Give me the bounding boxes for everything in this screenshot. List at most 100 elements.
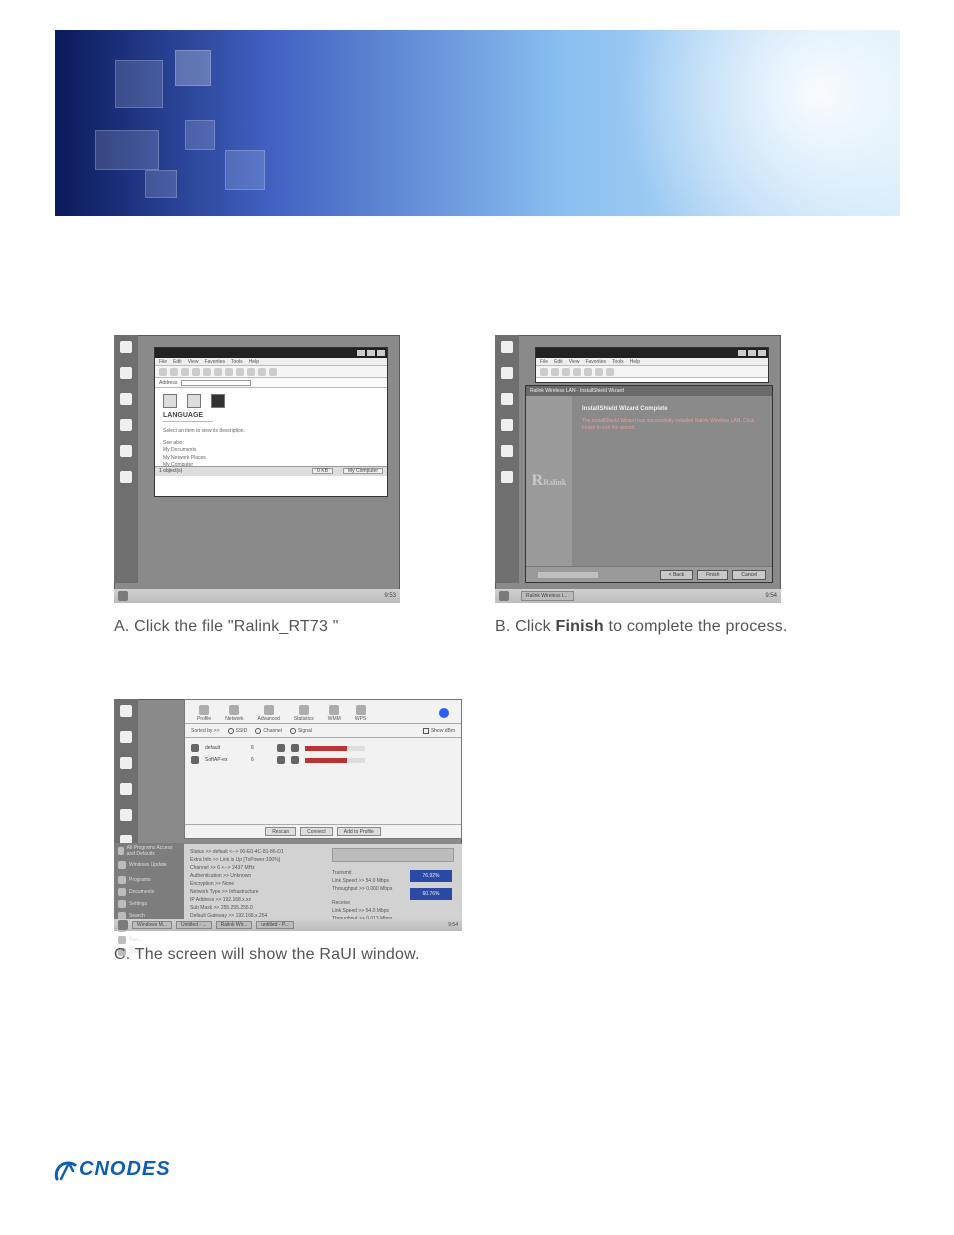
start-button[interactable] xyxy=(118,591,128,601)
start-menu-item[interactable]: Programs xyxy=(114,874,184,886)
taskbar-task[interactable]: untitled - P... xyxy=(256,921,293,929)
back-icon[interactable] xyxy=(540,368,548,376)
taskbar-icon[interactable] xyxy=(120,809,132,821)
menu-item[interactable]: Help xyxy=(249,359,259,365)
help-button[interactable] xyxy=(433,703,455,723)
back-button[interactable]: < Back xyxy=(660,570,693,580)
menu-item[interactable]: File xyxy=(540,359,548,365)
taskbar-task[interactable]: Windows M... xyxy=(132,921,172,929)
address-field[interactable] xyxy=(181,380,251,386)
history-icon[interactable] xyxy=(595,368,603,376)
finish-button[interactable]: Finish xyxy=(697,570,728,580)
views-icon[interactable] xyxy=(269,368,277,376)
forward-icon[interactable] xyxy=(551,368,559,376)
menu-item[interactable]: Tools xyxy=(231,359,243,365)
link-my-documents[interactable]: My Documents xyxy=(163,447,379,455)
taskbar-icon[interactable] xyxy=(120,445,132,457)
minimize-button[interactable] xyxy=(738,350,746,356)
ap-list: default 6 SoftAP-ex 6 xyxy=(185,738,461,798)
tab-wmm[interactable]: WMM xyxy=(322,703,347,723)
menu-item[interactable]: View xyxy=(188,359,199,365)
start-menu-item[interactable]: Settings xyxy=(114,898,184,910)
tab-profile[interactable]: Profile xyxy=(191,703,217,723)
link-my-network-places[interactable]: My Network Places xyxy=(163,455,379,463)
search-icon[interactable] xyxy=(573,368,581,376)
copy-icon[interactable] xyxy=(236,368,244,376)
folder-icon[interactable] xyxy=(163,394,177,408)
menu-item[interactable]: Edit xyxy=(173,359,182,365)
up-icon[interactable] xyxy=(181,368,189,376)
close-button[interactable] xyxy=(758,350,766,356)
close-button[interactable] xyxy=(377,350,385,356)
ap-row[interactable]: default 6 xyxy=(191,742,455,754)
taskbar-icon[interactable] xyxy=(501,445,513,457)
taskbar-icon[interactable] xyxy=(501,367,513,379)
menu-item[interactable]: File xyxy=(159,359,167,365)
ap-row[interactable]: SoftAP-ex 6 xyxy=(191,754,455,766)
start-menu: All Programs Access and Defaults Windows… xyxy=(114,843,184,919)
raui-window: Profile Network Advanced Statistics WMM … xyxy=(184,699,462,839)
rescan-button[interactable]: Rescan xyxy=(265,827,296,836)
start-menu-item[interactable]: Documents xyxy=(114,886,184,898)
taskbar-icon[interactable] xyxy=(120,393,132,405)
ralink-rt73-file-icon[interactable] xyxy=(211,394,225,408)
folders-icon[interactable] xyxy=(584,368,592,376)
checkbox-showdbm[interactable] xyxy=(423,728,429,734)
maximize-button[interactable] xyxy=(748,350,756,356)
delete-icon[interactable] xyxy=(247,368,255,376)
menu-item[interactable]: View xyxy=(569,359,580,365)
back-icon[interactable] xyxy=(159,368,167,376)
minimize-button[interactable] xyxy=(357,350,365,356)
progress-bar xyxy=(538,572,598,578)
start-menu-item[interactable]: Windows Update xyxy=(114,859,184,871)
taskbar-icon[interactable] xyxy=(501,471,513,483)
taskbar-icon[interactable] xyxy=(501,419,513,431)
menu-item[interactable]: Help xyxy=(630,359,640,365)
radio-signal[interactable] xyxy=(290,728,296,734)
taskbar-icon[interactable] xyxy=(501,393,513,405)
radio-ssid[interactable] xyxy=(228,728,234,734)
taskbar-icon[interactable] xyxy=(120,471,132,483)
taskbar-icon[interactable] xyxy=(501,341,513,353)
history-icon[interactable] xyxy=(214,368,222,376)
tab-advanced[interactable]: Advanced xyxy=(252,703,286,723)
tab-statistics[interactable]: Statistics xyxy=(288,703,320,723)
folders-icon[interactable] xyxy=(203,368,211,376)
taskbar-icon[interactable] xyxy=(120,757,132,769)
views-icon[interactable] xyxy=(606,368,614,376)
signal-bar xyxy=(305,758,365,763)
decor-chip xyxy=(175,50,211,86)
add-to-profile-button[interactable]: Add to Profile xyxy=(337,827,381,836)
cancel-button[interactable]: Cancel xyxy=(732,570,766,580)
taskbar-icon[interactable] xyxy=(120,367,132,379)
search-icon[interactable] xyxy=(192,368,200,376)
maximize-button[interactable] xyxy=(367,350,375,356)
menu-item[interactable]: Edit xyxy=(554,359,563,365)
connect-button[interactable]: Connect xyxy=(300,827,333,836)
start-button[interactable] xyxy=(118,920,128,930)
undo-icon[interactable] xyxy=(258,368,266,376)
taskbar-task[interactable]: Ralink Wireless L... xyxy=(521,591,574,601)
start-menu-item[interactable]: Run... xyxy=(114,934,184,946)
ralink-logo: RRalink xyxy=(532,472,567,490)
radio-channel[interactable] xyxy=(255,728,261,734)
taskbar-icon[interactable] xyxy=(120,341,132,353)
up-icon[interactable] xyxy=(562,368,570,376)
start-button[interactable] xyxy=(499,591,509,601)
taskbar-task[interactable]: Ralink Wir... xyxy=(216,921,253,929)
folder-icon[interactable] xyxy=(187,394,201,408)
raui-action-bar: Rescan Connect Add to Profile xyxy=(185,824,461,838)
taskbar-icon[interactable] xyxy=(120,731,132,743)
tab-wps[interactable]: WPS xyxy=(349,703,372,723)
menu-item[interactable]: Favorites xyxy=(585,359,606,365)
menu-item[interactable]: Tools xyxy=(612,359,624,365)
taskbar-task[interactable]: Untitled - ... xyxy=(176,921,212,929)
menu-item[interactable]: Favorites xyxy=(204,359,225,365)
taskbar-icon[interactable] xyxy=(120,783,132,795)
taskbar-icon[interactable] xyxy=(120,419,132,431)
taskbar-icon[interactable] xyxy=(120,705,132,717)
tab-network[interactable]: Network xyxy=(219,703,249,723)
move-icon[interactable] xyxy=(225,368,233,376)
start-menu-item[interactable]: All Programs Access and Defaults xyxy=(114,843,184,859)
forward-icon[interactable] xyxy=(170,368,178,376)
